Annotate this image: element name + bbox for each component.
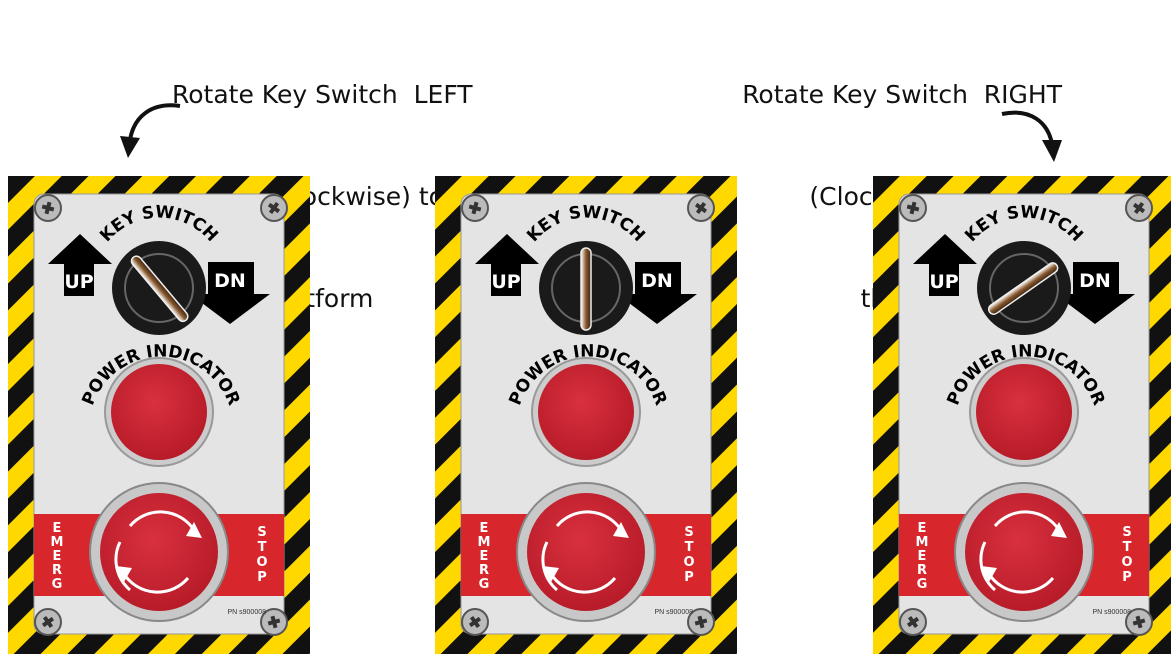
emerg-letter: R xyxy=(52,563,62,578)
emerg-letter: M xyxy=(51,535,64,550)
dn-label: DN xyxy=(641,270,673,292)
emerg-letter: E xyxy=(480,521,489,536)
emerg-letter: M xyxy=(478,535,491,550)
stop-letter: P xyxy=(684,570,694,585)
stop-letter: S xyxy=(684,525,693,540)
curved-arrow-right-icon xyxy=(1001,110,1062,162)
dn-label: DN xyxy=(1079,270,1111,292)
up-label: UP xyxy=(929,271,958,293)
part-number-label: PN s900008 xyxy=(654,609,693,616)
emerg-letter: E xyxy=(53,549,62,564)
stop-letter: P xyxy=(1122,570,1132,585)
stop-letter: T xyxy=(258,540,267,555)
stop-letter: S xyxy=(257,525,266,540)
control-panel-right: KEY SWITCH UP DN POWER INDICATOR E M E R G S T O P PN… xyxy=(873,176,1171,654)
stop-letter: T xyxy=(685,540,694,555)
emerg-letter: R xyxy=(917,563,927,578)
panel-drawing: KEY SWITCHUP DNPOWER INDICATOREMERGSTOPPN… xyxy=(873,176,1171,654)
stop-letter: S xyxy=(1122,525,1131,540)
stop-letter: O xyxy=(256,555,267,570)
emerg-letter: G xyxy=(52,577,63,592)
curved-arrow-left-icon xyxy=(120,103,181,158)
emerg-letter: G xyxy=(479,577,490,592)
emerg-letter: E xyxy=(918,549,927,564)
power-indicator-light xyxy=(538,364,634,460)
emerg-letter: R xyxy=(479,563,489,578)
part-number-label: PN s900008 xyxy=(227,609,266,616)
dn-label: DN xyxy=(214,270,246,292)
power-indicator-light xyxy=(976,364,1072,460)
part-number-label: PN s900008 xyxy=(1092,609,1131,616)
control-panel-left: KEY SWITCH UP DN POWER INDICATOR E M E R G S T O P PN… xyxy=(8,176,310,654)
up-label: UP xyxy=(64,271,93,293)
stop-letter: O xyxy=(683,555,694,570)
stop-letter: T xyxy=(1123,540,1132,555)
power-indicator-light xyxy=(111,364,207,460)
caption-left-line-1: Rotate Key Switch LEFT xyxy=(172,80,473,109)
emerg-letter: E xyxy=(53,521,62,536)
emerg-letter: M xyxy=(916,535,929,550)
emerg-letter: E xyxy=(480,549,489,564)
emerg-letter: G xyxy=(917,577,928,592)
key-icon xyxy=(580,247,592,331)
panel-drawing: KEY SWITCHUP DNPOWER INDICATOREMERGSTOPPN… xyxy=(8,176,310,654)
control-panel-center: KEY SWITCH UP DN POWER INDICATOR E M E R G S T O P PN… xyxy=(435,176,737,654)
stop-letter: P xyxy=(257,570,267,585)
panel-drawing: KEY SWITCHUP DNPOWER INDICATOREMERGSTOPPN… xyxy=(435,176,737,654)
up-label: UP xyxy=(491,271,520,293)
emerg-letter: E xyxy=(918,521,927,536)
stop-letter: O xyxy=(1121,555,1132,570)
